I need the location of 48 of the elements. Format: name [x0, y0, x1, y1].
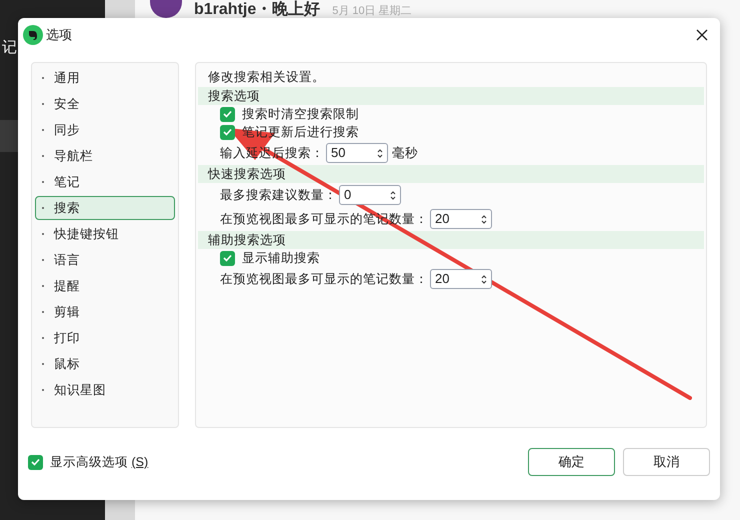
greeting: b1rahtje・晚上好 [194, 0, 320, 20]
category-item[interactable]: 导航栏 [35, 144, 175, 168]
option-label: 在预览视图最多可显示的笔记数量： [220, 270, 428, 288]
check-icon [223, 254, 232, 262]
section-header: 快速搜索选项 [198, 165, 704, 183]
cancel-button[interactable]: 取消 [623, 448, 710, 476]
avatar [150, 0, 182, 18]
option-label: 最多搜索建议数量： [220, 186, 337, 204]
unit-label: 毫秒 [392, 144, 418, 162]
category-item[interactable]: 语言 [35, 248, 175, 272]
checkbox[interactable] [220, 106, 235, 122]
category-item[interactable]: 搜索 [35, 196, 175, 220]
elephant-logo-icon [23, 25, 43, 45]
number-spinner[interactable]: 20 [430, 269, 492, 289]
close-icon [696, 29, 708, 41]
up-down-icon [481, 214, 487, 224]
category-item[interactable]: 鼠标 [35, 352, 175, 376]
section-header: 辅助搜索选项 [198, 231, 704, 249]
check-icon [31, 458, 40, 466]
section-header: 搜索选项 [198, 87, 704, 105]
date-label: 5月 10日 星期二 [332, 4, 412, 19]
checkbox[interactable] [28, 454, 43, 470]
sidebar-label[interactable]: 记 [2, 36, 17, 60]
category-item[interactable]: 打印 [35, 326, 175, 350]
dialog-title: 选项 [46, 26, 72, 44]
category-item[interactable]: 安全 [35, 92, 175, 116]
category-item[interactable]: 同步 [35, 118, 175, 142]
option-label: 搜索时清空搜索限制 [242, 106, 359, 123]
category-item[interactable]: 剪辑 [35, 300, 175, 324]
panel-description: 修改搜索相关设置。 [207, 68, 326, 86]
number-spinner[interactable]: 0 [339, 185, 401, 205]
number-spinner[interactable]: 50 [326, 143, 388, 163]
check-icon [223, 110, 232, 118]
category-item[interactable]: 通用 [35, 66, 175, 90]
check-icon [223, 128, 232, 136]
category-item[interactable]: 笔记 [35, 170, 175, 194]
up-down-icon [377, 148, 383, 158]
advanced-options-label: 显示高级选项 (S) [50, 454, 148, 471]
up-down-icon [390, 190, 396, 200]
up-down-icon [481, 274, 487, 284]
ok-button[interactable]: 确定 [528, 448, 615, 476]
number-spinner[interactable]: 20 [430, 209, 492, 229]
checkbox[interactable] [220, 250, 235, 266]
option-label: 显示辅助搜索 [242, 250, 320, 267]
category-item[interactable]: 提醒 [35, 274, 175, 298]
category-item[interactable]: 知识星图 [35, 378, 175, 402]
checkbox[interactable] [220, 124, 235, 140]
category-item[interactable]: 快捷键按钮 [35, 222, 175, 246]
